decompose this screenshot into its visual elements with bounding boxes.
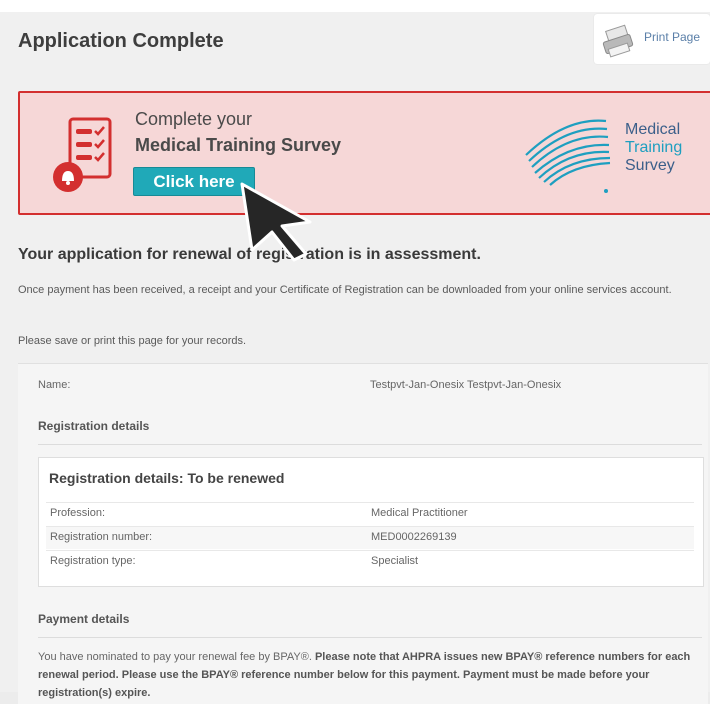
print-page-label: Print Page <box>644 30 701 44</box>
mts-logo-line3: Survey <box>625 157 675 174</box>
mts-logo-line2: Training <box>625 139 683 156</box>
mouse-pointer-icon <box>240 182 312 262</box>
survey-banner: Complete your Medical Training Survey Cl… <box>18 91 710 215</box>
payment-section-heading: Payment details <box>38 612 130 626</box>
registration-number-label: Registration number: <box>50 531 153 543</box>
details-panel: Name: Testpvt-Jan-Onesix Testpvt-Jan-One… <box>18 363 708 704</box>
name-value: Testpvt-Jan-Onesix Testpvt-Jan-Onesix <box>370 379 562 391</box>
table-row: Profession: Medical Practitioner <box>46 502 694 525</box>
profession-value: Medical Practitioner <box>371 507 468 519</box>
page-title: Application Complete <box>18 30 224 52</box>
table-row: Registration number: MED0002269139 <box>46 526 694 549</box>
survey-line1: Complete your <box>135 109 253 129</box>
registration-details-box: Registration details: To be renewed Prof… <box>38 457 704 587</box>
registration-type-label: Registration type: <box>50 555 136 567</box>
mts-logo-text: Medical Training Survey <box>625 121 682 175</box>
print-page-button[interactable]: Print Page <box>594 14 710 64</box>
registration-box-title: Registration details: To be renewed <box>49 470 285 486</box>
name-label: Name: <box>38 379 71 391</box>
divider <box>38 637 702 638</box>
registration-type-value: Specialist <box>371 555 419 567</box>
page: Application Complete Print Page Complete… <box>0 0 710 704</box>
survey-line2: Medical Training Survey <box>135 135 342 155</box>
payment-text-normal: You have nominated to pay your renewal f… <box>38 651 315 663</box>
save-print-paragraph: Please save or print this page for your … <box>18 335 247 347</box>
medical-training-survey-logo-icon <box>525 119 611 193</box>
mts-logo-line1: Medical <box>625 121 681 138</box>
printer-icon <box>602 24 634 58</box>
table-row: Registration type: Specialist <box>46 550 694 573</box>
survey-checklist-icon <box>53 117 112 192</box>
header-strip <box>0 0 710 12</box>
profession-label: Profession: <box>50 507 106 519</box>
payment-info-paragraph: Once payment has been received, a receip… <box>18 284 672 296</box>
registration-section-heading: Registration details <box>38 419 150 433</box>
divider <box>38 444 702 445</box>
payment-text: You have nominated to pay your renewal f… <box>38 648 702 702</box>
registration-number-value: MED0002269139 <box>371 531 457 543</box>
